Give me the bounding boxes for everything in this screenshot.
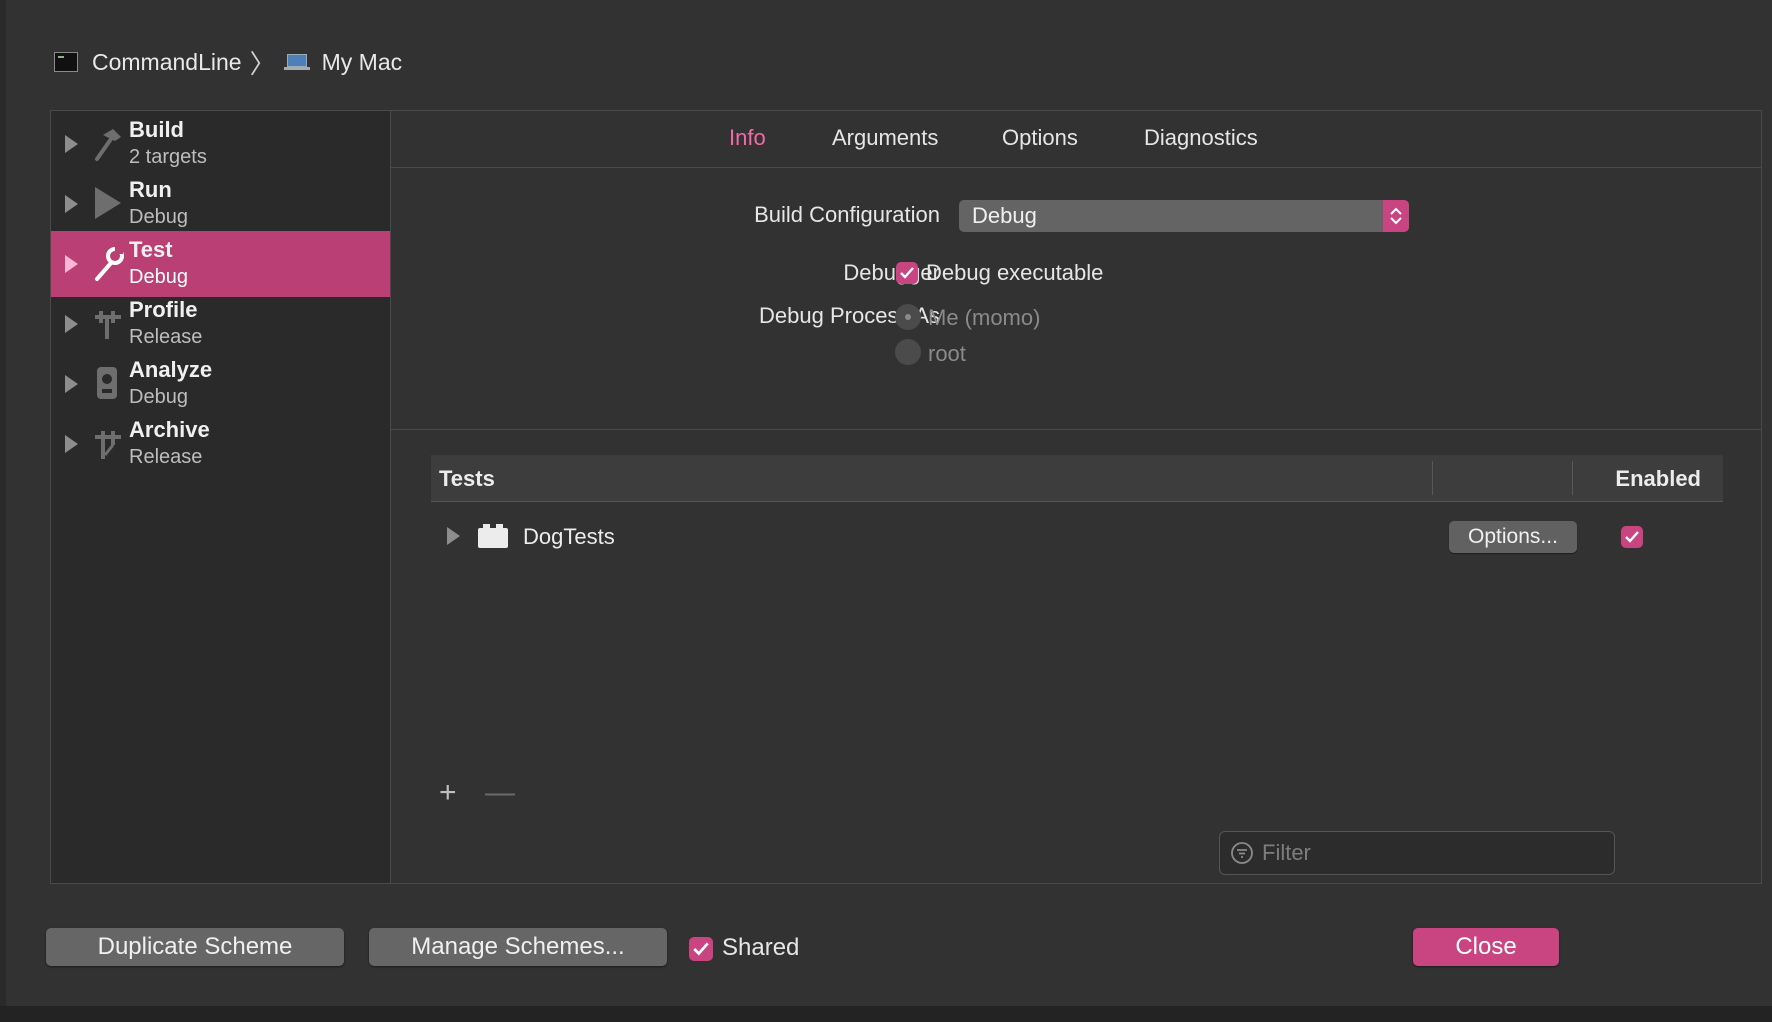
build-configuration-value: Debug [972,203,1037,228]
disclosure-triangle-icon[interactable] [65,255,78,273]
tab-diagnostics[interactable]: Diagnostics [1144,125,1258,151]
sidebar-item-profile[interactable]: Profile Release [51,291,390,357]
desktop-strip [0,1006,1772,1022]
disclosure-triangle-icon[interactable] [65,315,78,333]
wrench-icon [95,247,124,281]
breadcrumb-separator: 〉 [249,48,276,79]
remove-test-button[interactable]: — [485,776,515,810]
filter-field[interactable]: Filter [1219,831,1615,875]
select-stepper-icon [1383,200,1409,232]
scheme-content: Info Arguments Options Diagnostics Build… [391,111,1761,883]
debugger-label: Debugger [843,260,940,285]
analyze-icon [97,367,117,399]
disclosure-triangle-icon[interactable] [447,527,460,545]
sidebar-item-subtitle: Debug [129,386,188,408]
radio-root-label: root [928,341,966,366]
sidebar-item-build[interactable]: Build 2 targets [51,111,390,177]
tab-info[interactable]: Info [729,125,766,151]
disclosure-triangle-icon[interactable] [65,435,78,453]
table-row[interactable]: DogTests Options... [431,509,1723,565]
laptop-icon [283,54,310,70]
breadcrumb-destination[interactable]: My Mac [322,49,403,76]
radio-me[interactable] [895,304,921,330]
sidebar-item-run[interactable]: Run Debug [51,171,390,237]
sidebar-item-subtitle: Debug [129,206,188,228]
sidebar-item-title: Archive [129,417,210,442]
radio-root[interactable] [895,339,921,365]
tab-bar: Info Arguments Options Diagnostics [391,111,1761,168]
column-header-tests[interactable]: Tests [439,466,495,492]
hammer-icon [95,129,121,161]
debug-executable-checkbox[interactable] [896,262,918,284]
add-test-button[interactable]: + [439,776,457,810]
play-icon [95,187,121,219]
disclosure-triangle-icon[interactable] [65,135,78,153]
column-separator [1572,461,1573,495]
radio-me-label: Me (momo) [928,305,1041,330]
disclosure-triangle-icon[interactable] [65,375,78,393]
debug-process-as-label: Debug Process As [759,303,940,328]
tab-options[interactable]: Options [1002,125,1078,151]
scheme-panel: Build 2 targets Run Debug Test Debug Pro… [50,110,1762,884]
test-target-name: DogTests [523,524,615,549]
column-separator [1432,461,1433,495]
instruments-icon [95,311,121,339]
sidebar-item-subtitle: Release [129,326,203,348]
scheme-editor-window: CommandLine 〉 My Mac Build 2 targets Run [6,0,1772,1006]
tab-arguments[interactable]: Arguments [832,125,938,151]
sidebar-item-archive[interactable]: Archive Release [51,411,390,477]
shared-label[interactable]: Shared [722,934,799,962]
duplicate-scheme-button[interactable]: Duplicate Scheme [46,928,344,966]
sidebar-item-title: Build [129,117,184,142]
sidebar-item-test[interactable]: Test Debug [51,231,390,297]
breadcrumb[interactable]: CommandLine 〉 My Mac [54,46,403,79]
column-header-enabled[interactable]: Enabled [1615,466,1701,492]
close-button[interactable]: Close [1413,928,1559,966]
shared-checkbox[interactable] [689,937,713,961]
sidebar-item-analyze[interactable]: Analyze Debug [51,351,390,417]
build-configuration-label: Build Configuration [754,202,940,227]
debug-executable-label[interactable]: Debug executable [926,260,1103,286]
filter-icon [1231,842,1253,864]
sidebar-item-subtitle: Release [129,446,203,468]
archive-icon [95,431,121,459]
sidebar-item-title: Run [129,177,172,202]
build-configuration-select[interactable]: Debug [959,200,1409,232]
tests-table-header: Tests Enabled [431,455,1723,502]
sidebar-item-subtitle: Debug [129,266,188,288]
scheme-action-sidebar: Build 2 targets Run Debug Test Debug Pro… [51,111,391,883]
test-bundle-icon [478,524,508,548]
terminal-icon [54,52,78,72]
sidebar-item-title: Analyze [129,357,213,382]
section-divider [391,429,1761,430]
sidebar-item-subtitle: 2 targets [129,146,207,168]
sidebar-item-title: Test [129,237,173,262]
manage-schemes-button[interactable]: Manage Schemes... [369,928,667,966]
breadcrumb-project[interactable]: CommandLine [92,49,242,76]
disclosure-triangle-icon[interactable] [65,195,78,213]
filter-placeholder: Filter [1262,840,1311,865]
test-enabled-checkbox[interactable] [1621,526,1643,548]
test-options-button[interactable]: Options... [1449,521,1577,553]
sidebar-item-title: Profile [129,297,198,322]
